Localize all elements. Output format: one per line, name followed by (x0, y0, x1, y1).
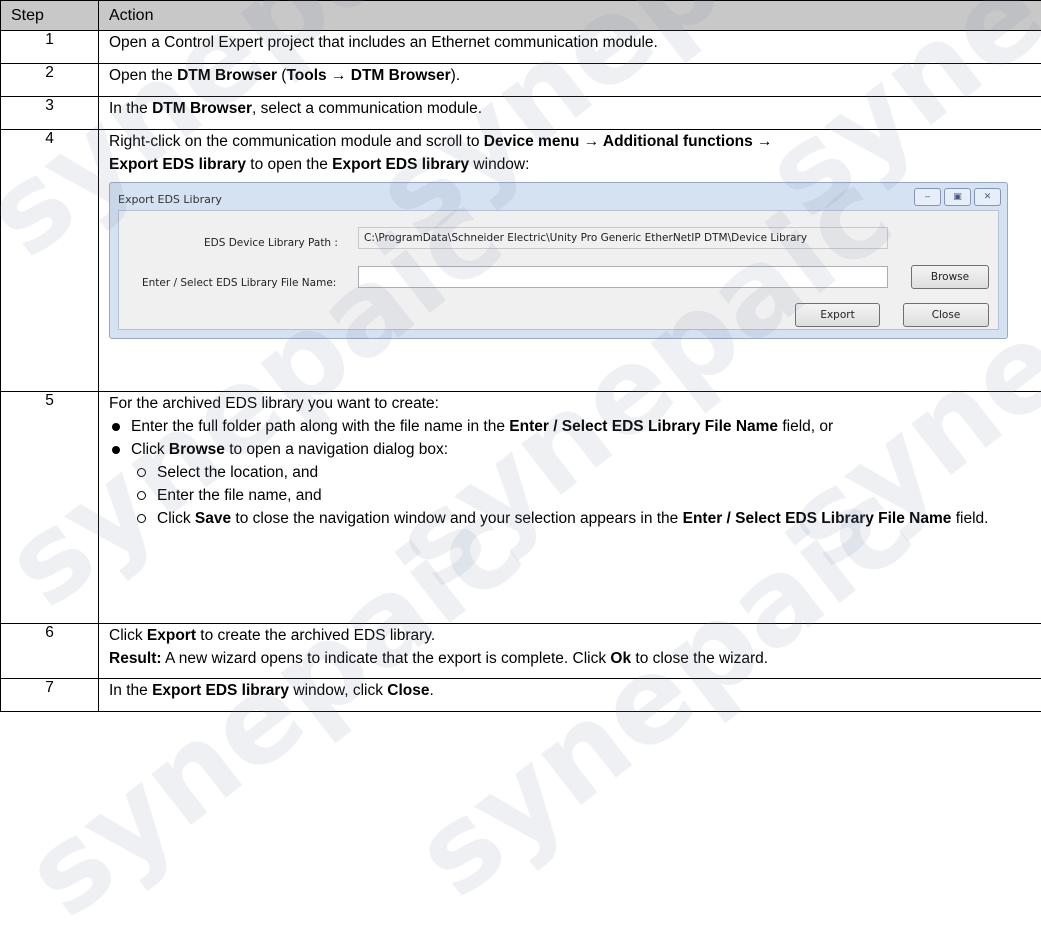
table-row: 6 Click Export to create the archived ED… (1, 624, 1041, 679)
step-action: Right-click on the communication module … (99, 130, 1041, 392)
header-action: Action (99, 1, 1041, 31)
maximize-icon[interactable]: ▣ (944, 188, 971, 206)
step-action: Click Export to create the archived EDS … (99, 624, 1041, 679)
step-number: 4 (1, 130, 99, 392)
table-row: 3 In the DTM Browser, select a communica… (1, 97, 1041, 130)
list-item: Enter the full folder path along with th… (131, 415, 1031, 438)
step-number: 7 (1, 679, 99, 712)
step-action: In the DTM Browser, select a communicati… (99, 97, 1041, 130)
step-action: Open the DTM Browser (Tools → DTM Browse… (99, 64, 1041, 97)
step-action: For the archived EDS library you want to… (99, 392, 1041, 624)
step-number: 2 (1, 64, 99, 97)
path-label: EDS Device Library Path : (204, 232, 338, 255)
file-name-input[interactable] (358, 266, 888, 288)
minimize-icon[interactable]: ‒ (914, 188, 941, 206)
sub-list-item: Click Save to close the navigation windo… (157, 507, 1031, 530)
step-action: In the Export EDS library window, click … (99, 679, 1041, 712)
dialog-title: Export EDS Library (118, 188, 222, 211)
step-number: 3 (1, 97, 99, 130)
procedure-table: Step Action 1 Open a Control Expert proj… (0, 0, 1041, 712)
step-action: Open a Control Expert project that inclu… (99, 31, 1041, 64)
header-step: Step (1, 1, 99, 31)
file-name-label: Enter / Select EDS Library File Name: (142, 272, 336, 295)
table-row: 2 Open the DTM Browser (Tools → DTM Brow… (1, 64, 1041, 97)
dialog-body: EDS Device Library Path : C:\ProgramData… (118, 210, 999, 330)
table-row: 7 In the Export EDS library window, clic… (1, 679, 1041, 712)
browse-button[interactable]: Browse (911, 265, 989, 289)
step-number: 1 (1, 31, 99, 64)
sub-list-item: Select the location, and (157, 461, 1031, 484)
step-number: 5 (1, 392, 99, 624)
export-button[interactable]: Export (795, 303, 880, 327)
close-button[interactable]: Close (903, 303, 989, 327)
header-row: Step Action (1, 1, 1041, 31)
list-item: Click Browse to open a navigation dialog… (131, 438, 1031, 530)
close-icon[interactable]: ✕ (974, 188, 1001, 206)
table-row: 5 For the archived EDS library you want … (1, 392, 1041, 624)
step-number: 6 (1, 624, 99, 679)
table-row: 1 Open a Control Expert project that inc… (1, 31, 1041, 64)
path-field: C:\ProgramData\Schneider Electric\Unity … (358, 227, 888, 249)
export-eds-dialog: Export EDS Library ‒ ▣ ✕ EDS Device Libr… (109, 182, 1008, 339)
table-row: 4 Right-click on the communication modul… (1, 130, 1041, 392)
sub-list-item: Enter the file name, and (157, 484, 1031, 507)
